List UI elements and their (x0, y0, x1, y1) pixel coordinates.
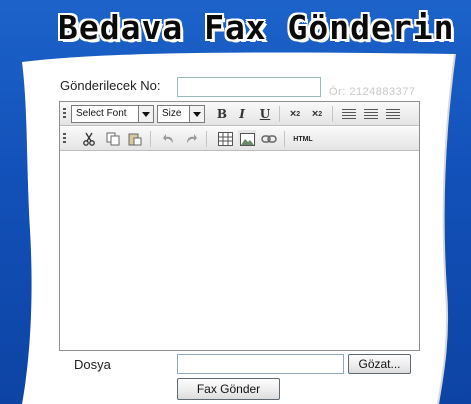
editor-content-area[interactable] (60, 152, 419, 350)
toolbar-grip-icon[interactable] (63, 108, 66, 120)
number-label: Gönderilecek No: (60, 78, 161, 93)
separator (150, 131, 151, 147)
page-title: Bedava Fax Gönderin (58, 8, 455, 47)
undo-icon[interactable] (160, 130, 178, 148)
separator (206, 131, 207, 147)
chevron-down-icon[interactable] (189, 106, 204, 122)
separator (279, 106, 280, 122)
underline-icon[interactable]: U (256, 105, 274, 123)
separator (284, 131, 285, 147)
font-select-label: Select Font (76, 108, 127, 119)
rich-text-editor: Select Font Size B I U × 2 × 2 HTML (59, 101, 420, 351)
subscript-icon[interactable]: × 2 (286, 105, 304, 123)
paste-icon[interactable] (126, 130, 144, 148)
bold-icon[interactable]: B (213, 105, 231, 123)
font-select[interactable]: Select Font (71, 105, 154, 123)
link-icon[interactable] (260, 130, 278, 148)
table-icon[interactable] (216, 130, 234, 148)
send-fax-button[interactable]: Fax Gönder (177, 378, 280, 400)
chevron-down-icon[interactable] (138, 106, 153, 122)
copy-icon[interactable] (104, 130, 122, 148)
editor-toolbar-top: Select Font Size B I U × 2 × 2 (60, 102, 419, 126)
file-path-input[interactable] (177, 354, 344, 374)
image-icon[interactable] (238, 130, 256, 148)
align-left-icon[interactable] (340, 105, 358, 123)
fax-number-input[interactable] (177, 77, 321, 97)
number-hint: Ör: 2124883377 (329, 86, 416, 98)
redo-icon[interactable] (182, 130, 200, 148)
italic-icon[interactable]: I (233, 105, 251, 123)
cut-icon[interactable] (80, 130, 98, 148)
size-select[interactable]: Size (157, 105, 205, 123)
file-label: Dosya (74, 357, 111, 372)
toolbar-grip-icon[interactable] (63, 133, 66, 145)
html-source-button[interactable]: HTML (290, 130, 316, 148)
editor-toolbar-bottom: HTML (60, 127, 419, 151)
size-select-label: Size (162, 108, 182, 119)
browse-button[interactable]: Gözat... (348, 354, 411, 374)
align-right-icon[interactable] (384, 105, 402, 123)
superscript-icon[interactable]: × 2 (308, 105, 326, 123)
separator (332, 106, 333, 122)
align-center-icon[interactable] (362, 105, 380, 123)
